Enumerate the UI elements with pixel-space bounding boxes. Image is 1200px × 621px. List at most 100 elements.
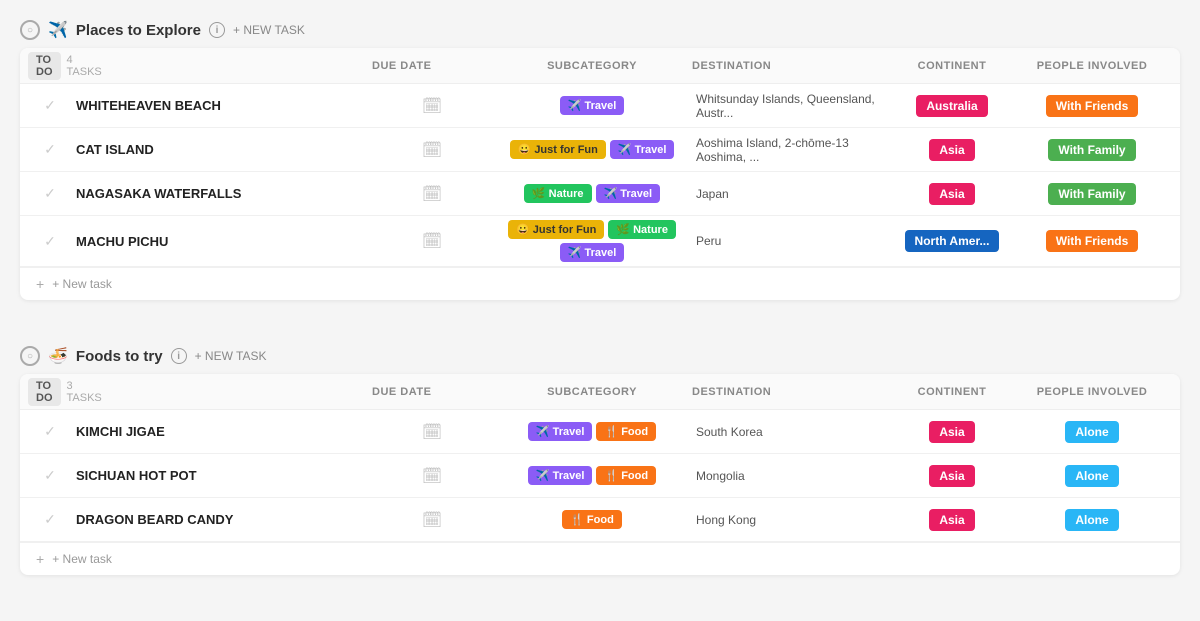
group-icon-foods: 🍜 bbox=[48, 346, 68, 366]
new-task-row-places[interactable]: + + New task bbox=[20, 267, 1180, 300]
table-row: ✓ NAGASAKA WATERFALLS 🗓 🌿 Nature✈️ Trave… bbox=[20, 172, 1180, 216]
destination-col: Whitsunday Islands, Queensland, Austr... bbox=[692, 92, 892, 120]
subcategory-col: 😀 Just for Fun✈️ Travel bbox=[492, 136, 692, 163]
continent-badge: Asia bbox=[929, 421, 974, 443]
group-title-places: Places to Explore bbox=[76, 22, 201, 39]
due-date-col: 🗓 bbox=[372, 466, 492, 486]
people-badge: Alone bbox=[1065, 421, 1118, 443]
calendar-icon[interactable]: 🗓 bbox=[422, 422, 442, 442]
destination-col: South Korea bbox=[692, 425, 892, 439]
destination-col-header-foods: DESTINATION bbox=[692, 386, 892, 398]
continent-badge: Asia bbox=[929, 139, 974, 161]
calendar-icon[interactable]: 🗓 bbox=[422, 466, 442, 486]
check-icon[interactable]: ✓ bbox=[44, 423, 56, 440]
check-col: ✓ bbox=[28, 97, 72, 114]
check-icon[interactable]: ✓ bbox=[44, 467, 56, 484]
table-row: ✓ SICHUAN HOT POT 🗓 ✈️ Travel🍴 Food Mong… bbox=[20, 454, 1180, 498]
continent-col: Asia bbox=[892, 139, 1012, 161]
new-task-header-btn-foods[interactable]: + NEW TASK bbox=[195, 349, 267, 363]
calendar-icon[interactable]: 🗓 bbox=[422, 231, 442, 251]
due-date-col: 🗓 bbox=[372, 510, 492, 530]
check-col: ✓ bbox=[28, 511, 72, 528]
check-icon[interactable]: ✓ bbox=[44, 141, 56, 158]
collapse-button-foods[interactable]: ○ bbox=[20, 346, 40, 366]
destination-col: Peru bbox=[692, 234, 892, 248]
continent-badge: Asia bbox=[929, 183, 974, 205]
people-col: With Family bbox=[1012, 139, 1172, 161]
people-badge: With Family bbox=[1048, 139, 1135, 161]
calendar-icon[interactable]: 🗓 bbox=[422, 96, 442, 116]
continent-col: Asia bbox=[892, 421, 1012, 443]
due-date-col-header-foods: DUE DATE bbox=[372, 386, 492, 398]
tag-travel[interactable]: ✈️ Travel bbox=[596, 184, 661, 203]
subcategory-col: ✈️ Travel bbox=[492, 92, 692, 119]
people-col: With Friends bbox=[1012, 95, 1172, 117]
continent-col: Asia bbox=[892, 465, 1012, 487]
check-icon[interactable]: ✓ bbox=[44, 511, 56, 528]
people-badge: With Friends bbox=[1046, 230, 1139, 252]
tag-food[interactable]: 🍴 Food bbox=[596, 422, 656, 441]
tag-food[interactable]: 🍴 Food bbox=[562, 510, 622, 529]
tag-travel[interactable]: ✈️ Travel bbox=[528, 466, 593, 485]
continent-badge: Australia bbox=[916, 95, 987, 117]
continent-col: Australia bbox=[892, 95, 1012, 117]
table-header-places: TO DO 4 TASKS DUE DATE SUBCATEGORY DESTI… bbox=[20, 48, 1180, 84]
people-col-header-foods: PEOPLE INVOLVED bbox=[1012, 386, 1172, 398]
calendar-icon[interactable]: 🗓 bbox=[422, 510, 442, 530]
task-name: CAT ISLAND bbox=[72, 134, 372, 165]
check-col: ✓ bbox=[28, 141, 72, 158]
group-title-foods: Foods to try bbox=[76, 348, 163, 365]
people-col: Alone bbox=[1012, 509, 1172, 531]
check-icon[interactable]: ✓ bbox=[44, 185, 56, 202]
due-date-col: 🗓 bbox=[372, 231, 492, 251]
plus-icon: + bbox=[36, 551, 44, 567]
table-row: ✓ CAT ISLAND 🗓 😀 Just for Fun✈️ Travel A… bbox=[20, 128, 1180, 172]
tag-travel[interactable]: ✈️ Travel bbox=[610, 140, 675, 159]
subcategory-col-header-places: SUBCATEGORY bbox=[492, 60, 692, 72]
continent-col: Asia bbox=[892, 183, 1012, 205]
new-task-row-foods[interactable]: + + New task bbox=[20, 542, 1180, 575]
subcategory-col: 😀 Just for Fun🌿 Nature ✈️ Travel bbox=[492, 216, 692, 266]
people-col: Alone bbox=[1012, 465, 1172, 487]
continent-col: North Amer... bbox=[892, 230, 1012, 252]
tasks-count-places: 4 TASKS bbox=[67, 54, 102, 78]
new-task-label: + New task bbox=[52, 552, 112, 566]
tag-nature[interactable]: 🌿 Nature bbox=[524, 184, 592, 203]
collapse-button-places[interactable]: ○ bbox=[20, 20, 40, 40]
calendar-icon[interactable]: 🗓 bbox=[422, 184, 442, 204]
due-date-col: 🗓 bbox=[372, 184, 492, 204]
new-task-header-btn-places[interactable]: + NEW TASK bbox=[233, 23, 305, 37]
check-icon[interactable]: ✓ bbox=[44, 233, 56, 250]
tag-travel[interactable]: ✈️ Travel bbox=[560, 96, 625, 115]
subcategory-col: ✈️ Travel🍴 Food bbox=[492, 462, 692, 489]
tag-nature[interactable]: 🌿 Nature bbox=[608, 220, 676, 239]
continent-badge: Asia bbox=[929, 465, 974, 487]
info-icon-foods[interactable]: i bbox=[171, 348, 187, 364]
destination-col: Japan bbox=[692, 187, 892, 201]
people-col: Alone bbox=[1012, 421, 1172, 443]
check-icon[interactable]: ✓ bbox=[44, 97, 56, 114]
calendar-icon[interactable]: 🗓 bbox=[422, 140, 442, 160]
tag-travel[interactable]: ✈️ Travel bbox=[560, 243, 625, 262]
continent-col-header-foods: CONTINENT bbox=[892, 386, 1012, 398]
task-table-foods: TO DO 3 TASKS DUE DATE SUBCATEGORY DESTI… bbox=[20, 374, 1180, 575]
table-row: ✓ WHITEHEAVEN BEACH 🗓 ✈️ Travel Whitsund… bbox=[20, 84, 1180, 128]
tag-fun[interactable]: 😀 Just for Fun bbox=[508, 220, 604, 239]
task-name: DRAGON BEARD CANDY bbox=[72, 504, 372, 535]
task-name: WHITEHEAVEN BEACH bbox=[72, 90, 372, 121]
subcategory-col: 🍴 Food bbox=[492, 506, 692, 533]
status-col-foods: TO DO 3 TASKS bbox=[28, 377, 72, 406]
task-name: KIMCHI JIGAE bbox=[72, 416, 372, 447]
task-table-places: TO DO 4 TASKS DUE DATE SUBCATEGORY DESTI… bbox=[20, 48, 1180, 300]
info-icon-places[interactable]: i bbox=[209, 22, 225, 38]
tag-food[interactable]: 🍴 Food bbox=[596, 466, 656, 485]
continent-col: Asia bbox=[892, 509, 1012, 531]
destination-col: Hong Kong bbox=[692, 513, 892, 527]
tag-travel[interactable]: ✈️ Travel bbox=[528, 422, 593, 441]
subcategory-col: ✈️ Travel🍴 Food bbox=[492, 418, 692, 445]
todo-badge-foods: TO DO bbox=[28, 378, 61, 406]
tag-fun[interactable]: 😀 Just for Fun bbox=[510, 140, 606, 159]
continent-col-header-places: CONTINENT bbox=[892, 60, 1012, 72]
due-date-col: 🗓 bbox=[372, 140, 492, 160]
task-name: SICHUAN HOT POT bbox=[72, 460, 372, 491]
